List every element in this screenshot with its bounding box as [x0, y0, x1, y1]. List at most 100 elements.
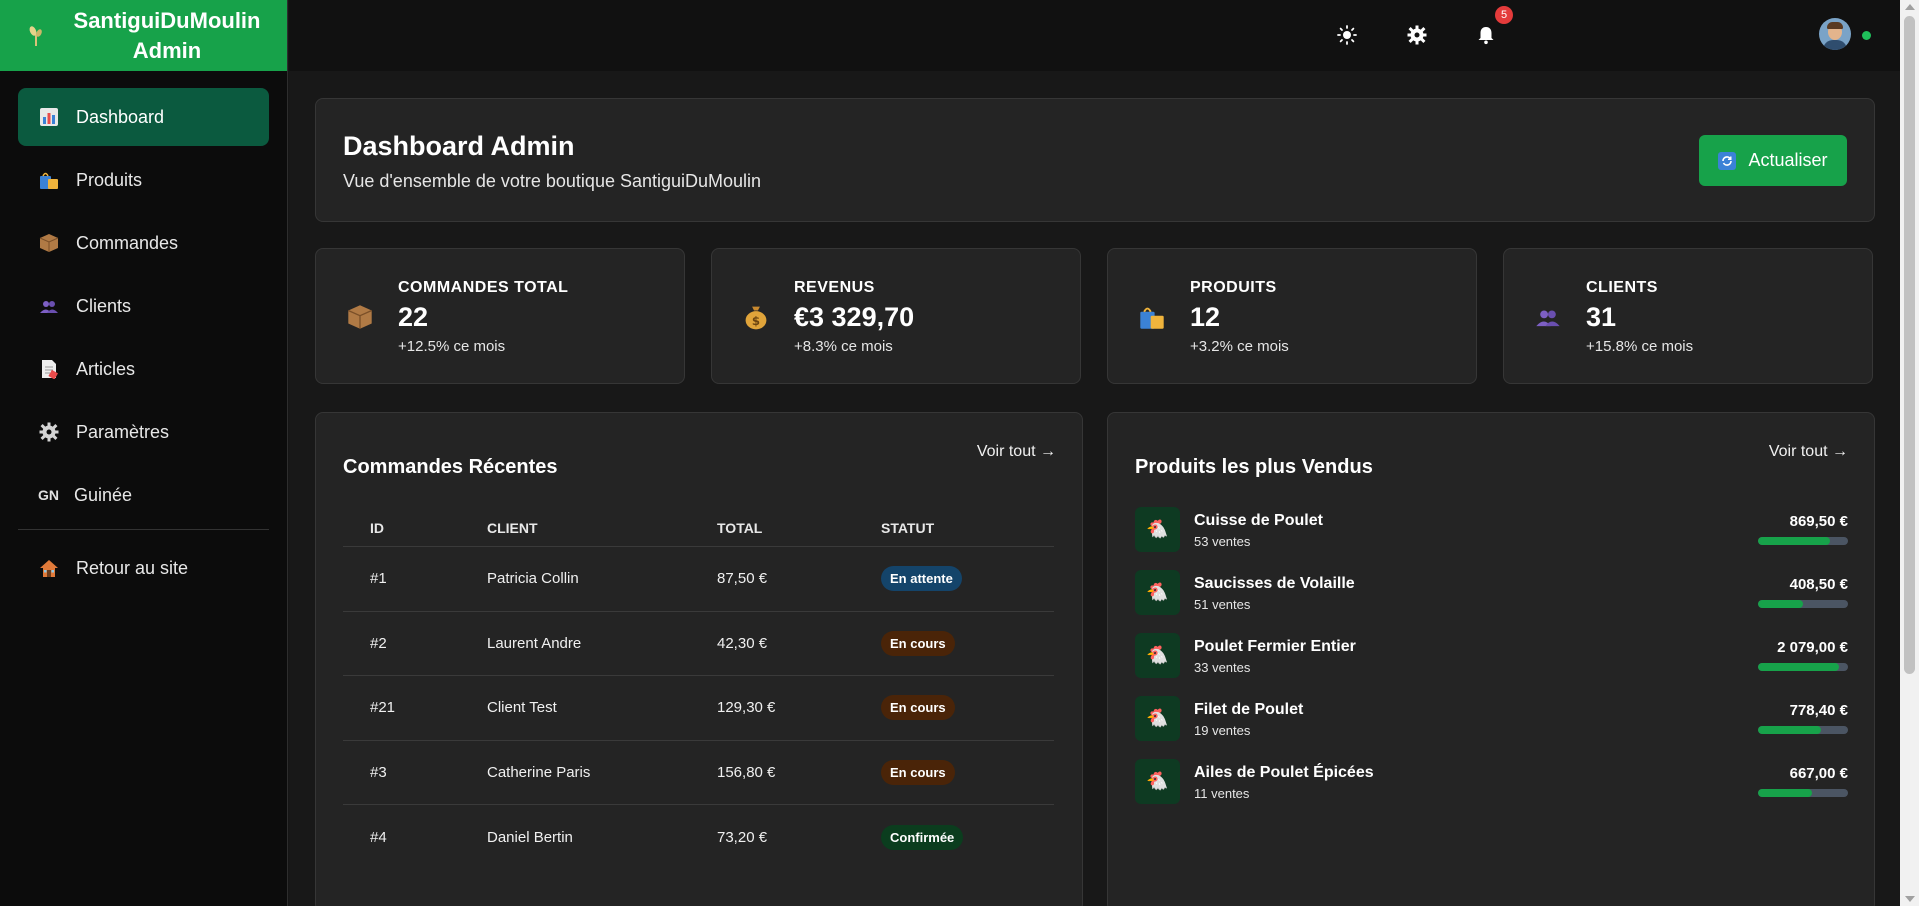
product-amount: 408,50 € — [1789, 576, 1848, 593]
table-row[interactable]: #1 Patricia Collin 87,50 € En attente — [343, 547, 1054, 612]
products-see-all-link[interactable]: Voir tout → — [1769, 443, 1848, 461]
stat-value: 12 — [1190, 302, 1221, 332]
sidebar-item-label: Paramètres — [76, 421, 170, 442]
sidebar-item-commandes[interactable]: Commandes — [18, 214, 269, 272]
sidebar-item-label: Articles — [76, 358, 136, 379]
stat-value: 22 — [398, 302, 429, 332]
stat-change: +3.2% ce mois — [1190, 338, 1289, 355]
product-name: Poulet Fermier Entier — [1194, 638, 1356, 655]
stat-card-clients: CLIENTS 31 +15.8% ce mois — [1503, 248, 1873, 384]
sidebar-item-label: Dashboard — [76, 106, 165, 127]
status-badge: En attente — [881, 566, 962, 592]
status-badge: Confirmée — [881, 824, 964, 850]
package-icon — [346, 303, 374, 331]
table-row[interactable]: #3 Catherine Paris 156,80 € En cours — [343, 741, 1054, 805]
svg-text:$: $ — [752, 314, 760, 328]
product-amount: 2 079,00 € — [1777, 639, 1848, 656]
table-row[interactable]: #4 Daniel Bertin 73,20 € Confirmée — [343, 805, 1054, 870]
sidebar-item-guinee[interactable]: GN Guinée — [18, 466, 269, 524]
main-content: Dashboard Admin Vue d'ensemble de votre … — [289, 71, 1900, 906]
vertical-scrollbar[interactable] — [1900, 0, 1919, 906]
order-client: Patricia Collin — [487, 570, 579, 588]
list-item[interactable]: 🐔 Saucisses de Volaille 51 ventes 408,50… — [1135, 570, 1848, 633]
order-client: Laurent Andre — [487, 634, 582, 652]
sidebar: SantiguiDuMoulin Admin Dashboard Produit… — [0, 0, 288, 906]
refresh-label: Actualiser — [1748, 150, 1828, 170]
order-total: 73,20 € — [717, 828, 768, 846]
chicken-icon: 🐔 — [1135, 696, 1180, 741]
sidebar-item-produits[interactable]: Produits — [18, 151, 269, 209]
sidebar-item-label: Guinée — [74, 484, 133, 505]
table-row[interactable]: #21 Client Test 129,30 € En cours — [343, 676, 1054, 741]
brand-name: SantiguiDuMoulin Admin — [62, 6, 272, 66]
top-products-list: 🐔 Cuisse de Poulet 53 ventes 869,50 € 🐔 … — [1135, 507, 1848, 822]
sidebar-item-back-to-site[interactable]: Retour au site — [18, 539, 269, 597]
product-name: Saucisses de Volaille — [1194, 575, 1355, 592]
notification-badge: 5 — [1495, 6, 1513, 24]
product-amount: 869,50 € — [1789, 513, 1848, 530]
sidebar-item-dashboard[interactable]: Dashboard — [18, 88, 269, 146]
users-icon — [1534, 303, 1562, 331]
stat-label: COMMANDES TOTAL — [398, 279, 569, 296]
order-id: #4 — [370, 828, 387, 846]
progress-bar — [1758, 726, 1848, 734]
stat-label: PRODUITS — [1190, 279, 1277, 296]
list-item[interactable]: 🐔 Poulet Fermier Entier 33 ventes 2 079,… — [1135, 633, 1848, 696]
order-total: 156,80 € — [717, 763, 776, 781]
table-header: ID CLIENT TOTAL STATUT — [343, 509, 1054, 547]
brand-line1: SantiguiDuMoulin — [73, 7, 261, 33]
document-icon — [38, 358, 60, 380]
order-total: 87,50 € — [717, 570, 768, 588]
sidebar-item-articles[interactable]: Articles — [18, 340, 269, 398]
refresh-icon — [1718, 151, 1737, 170]
sidebar-item-label: Commandes — [76, 232, 179, 253]
scrollbar-thumb[interactable] — [1904, 16, 1915, 674]
stat-value: €3 329,70 — [794, 302, 915, 332]
progress-fill — [1758, 600, 1803, 608]
status-badge: En cours — [881, 759, 955, 785]
order-client: Client Test — [487, 699, 557, 717]
notifications-bell-icon[interactable]: 5 — [1473, 6, 1513, 48]
recent-orders-panel: Commandes Récentes Voir tout → ID CLIENT… — [315, 412, 1083, 906]
dashboard-header: Dashboard Admin Vue d'ensemble de votre … — [315, 98, 1875, 222]
chicken-icon: 🐔 — [1135, 507, 1180, 552]
list-item[interactable]: 🐔 Cuisse de Poulet 53 ventes 869,50 € — [1135, 507, 1848, 570]
avatar[interactable] — [1819, 18, 1851, 50]
list-item[interactable]: 🐔 Ailes de Poulet Épicées 11 ventes 667,… — [1135, 759, 1848, 822]
theme-toggle-sun-icon[interactable] — [1334, 22, 1360, 48]
order-client: Daniel Bertin — [487, 828, 573, 846]
topbar: 5 — [289, 0, 1900, 71]
column-header-status: STATUT — [881, 519, 935, 536]
country-code: GN — [38, 487, 59, 503]
order-id: #2 — [370, 634, 387, 652]
stat-change: +8.3% ce mois — [794, 338, 893, 355]
column-header-client: CLIENT — [487, 519, 538, 536]
order-total: 42,30 € — [717, 634, 768, 652]
brand-header[interactable]: SantiguiDuMoulin Admin — [0, 0, 287, 71]
orders-see-all-link[interactable]: Voir tout → — [977, 443, 1056, 461]
product-name: Ailes de Poulet Épicées — [1194, 764, 1374, 781]
product-sales: 53 ventes — [1194, 534, 1251, 549]
progress-bar — [1758, 537, 1848, 545]
shopping-bags-icon — [1138, 303, 1166, 331]
status-badge: En cours — [881, 630, 955, 656]
table-row[interactable]: #2 Laurent Andre 42,30 € En cours — [343, 612, 1054, 676]
sidebar-item-clients[interactable]: Clients — [18, 277, 269, 335]
sidebar-nav: Dashboard Produits Commandes Clients Art… — [0, 71, 287, 597]
settings-gear-icon[interactable] — [1404, 22, 1430, 48]
refresh-button[interactable]: Actualiser — [1699, 135, 1847, 186]
stat-label: CLIENTS — [1586, 279, 1658, 296]
logo-icon — [26, 24, 46, 48]
sidebar-item-parametres[interactable]: Paramètres — [18, 403, 269, 461]
admin-app: SantiguiDuMoulin Admin Dashboard Produit… — [0, 0, 1919, 906]
scroll-down-arrow-icon[interactable] — [1905, 896, 1915, 902]
scroll-up-arrow-icon[interactable] — [1905, 4, 1915, 10]
brand-line2: Admin — [132, 37, 202, 63]
package-icon — [38, 232, 60, 254]
chicken-icon: 🐔 — [1135, 633, 1180, 678]
stat-card-products: PRODUITS 12 +3.2% ce mois — [1107, 248, 1477, 384]
order-client: Catherine Paris — [487, 763, 591, 781]
product-sales: 11 ventes — [1194, 786, 1250, 801]
list-item[interactable]: 🐔 Filet de Poulet 19 ventes 778,40 € — [1135, 696, 1848, 759]
page-subtitle: Vue d'ensemble de votre boutique Santigu… — [343, 171, 762, 191]
